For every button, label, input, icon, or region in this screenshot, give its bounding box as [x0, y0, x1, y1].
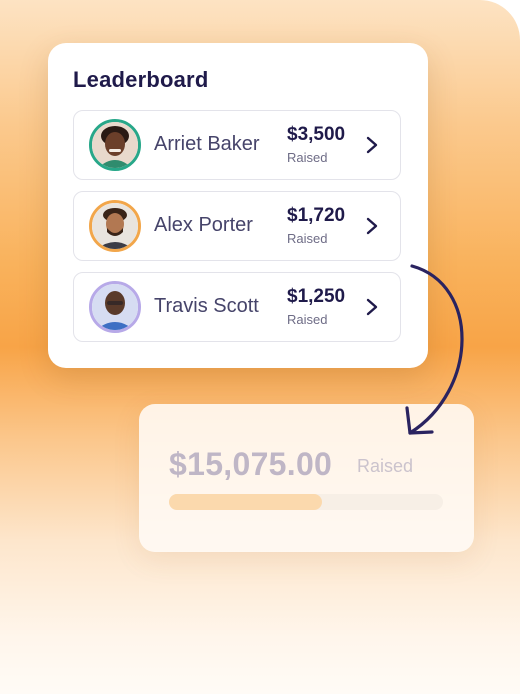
curved-arrow-icon: [405, 264, 464, 435]
